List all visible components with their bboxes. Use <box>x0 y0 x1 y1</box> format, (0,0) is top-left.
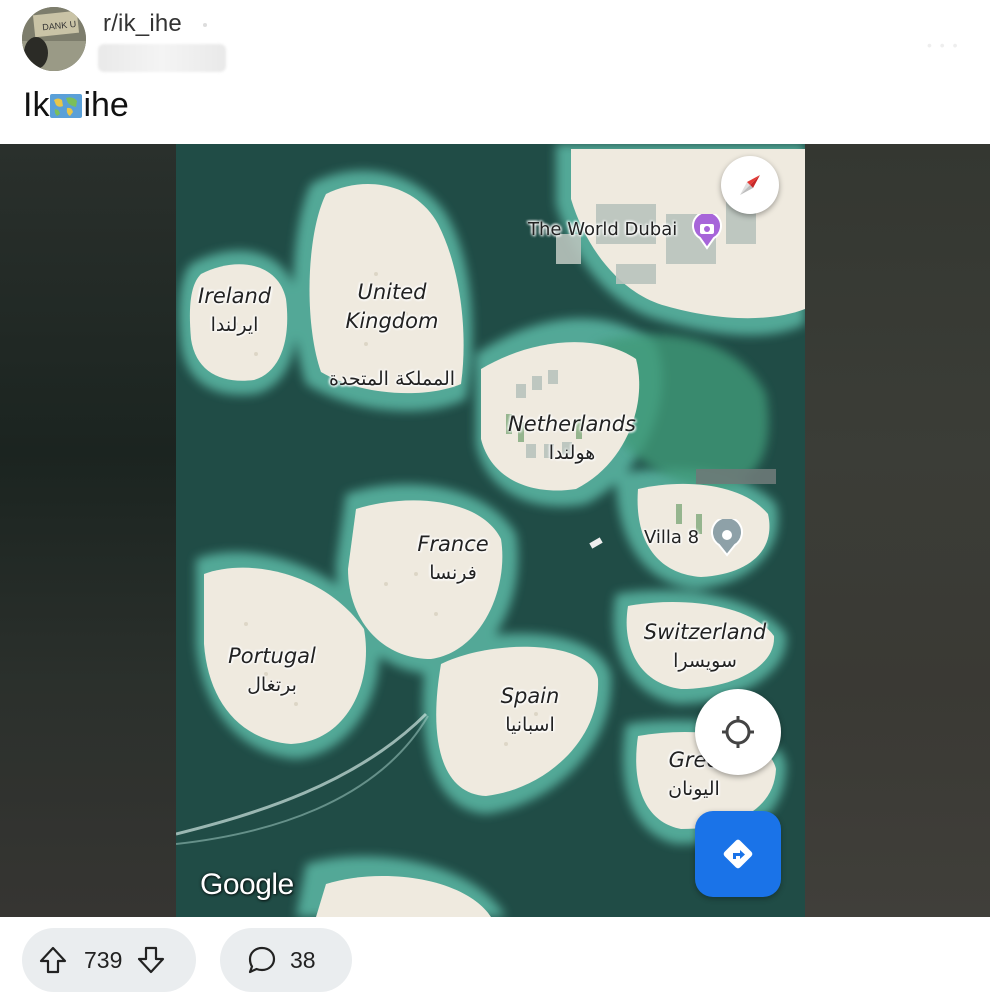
poi-world-label: The World Dubai <box>528 219 678 240</box>
comment-count: 38 <box>290 946 316 973</box>
post-actions: 739 38 <box>0 917 990 1004</box>
camera-pin-icon[interactable] <box>690 214 724 250</box>
poi-villa-8[interactable]: Villa 8 <box>644 527 699 548</box>
netherlands-ar: هولندا <box>548 442 596 464</box>
media-blur-right <box>805 144 990 917</box>
spain-ar: اسبانيا <box>505 714 555 736</box>
compass-icon <box>740 175 760 195</box>
google-watermark: Google <box>200 868 294 901</box>
portugal-en: Portugal <box>228 644 316 668</box>
uk-en: United Kingdom <box>345 280 439 333</box>
switzerland-ar: سويسرا <box>673 650 737 672</box>
switzerland-en: Switzerland <box>643 620 767 644</box>
spain-en: Spain <box>500 684 560 708</box>
my-location-icon <box>722 716 754 748</box>
poi-the-world-dubai[interactable]: The World Dubai <box>528 219 677 240</box>
france-ar: فرنسا <box>429 562 477 584</box>
location-pin-icon[interactable] <box>710 519 744 557</box>
post-header: DANK U r/ik_ihe • • • Ik ihe <box>0 0 990 144</box>
ireland-ar: ايرلندا <box>210 314 259 336</box>
directions-icon <box>723 839 753 869</box>
map-screenshot: Ireland ايرلندا United Kingdom المملكة ا… <box>176 144 805 917</box>
netherlands-en: Netherlands <box>507 412 636 436</box>
subreddit-name[interactable]: r/ik_ihe <box>103 10 182 38</box>
map-label-france: France فرنسا <box>408 530 498 588</box>
title-text-after: ihe <box>83 86 129 124</box>
map-label-ireland: Ireland ايرلندا <box>198 282 271 340</box>
blurred-timestamp <box>98 44 226 72</box>
compass-button[interactable] <box>721 156 779 214</box>
post-media[interactable]: Ireland ايرلندا United Kingdom المملكة ا… <box>0 144 990 917</box>
directions-button[interactable] <box>695 811 781 897</box>
downvote-icon[interactable] <box>136 945 166 975</box>
vote-bar: 739 <box>22 928 196 992</box>
vote-count: 739 <box>84 946 123 973</box>
ireland-en: Ireland <box>198 284 272 308</box>
overflow-menu-icon[interactable]: • • • <box>927 37 959 53</box>
separator-dot <box>203 23 207 27</box>
poi-villa-label: Villa 8 <box>644 527 700 548</box>
subreddit-avatar[interactable]: DANK U <box>22 7 86 71</box>
media-blur-left <box>0 144 176 917</box>
title-text-before: Ik <box>23 86 50 124</box>
map-label-portugal: Portugal برتغال <box>220 642 324 700</box>
my-location-button[interactable] <box>695 689 781 775</box>
upvote-icon[interactable] <box>38 945 68 975</box>
comments-button[interactable]: 38 <box>220 928 352 992</box>
map-label-netherlands: Netherlands هولندا <box>502 410 642 468</box>
france-en: France <box>417 532 489 556</box>
map-label-spain: Spain اسبانيا <box>490 682 570 740</box>
portugal-ar: برتغال <box>247 674 297 696</box>
greece-ar: اليونان <box>668 778 720 800</box>
uk-ar: المملكة المتحدة <box>328 368 456 390</box>
comment-icon <box>246 944 278 976</box>
post-title: Ik ihe <box>23 86 129 125</box>
map-label-switzerland: Switzerland سويسرا <box>638 618 772 676</box>
world-map-icon <box>49 90 83 118</box>
map-label-united-kingdom: United Kingdom المملكة المتحدة <box>322 249 462 423</box>
